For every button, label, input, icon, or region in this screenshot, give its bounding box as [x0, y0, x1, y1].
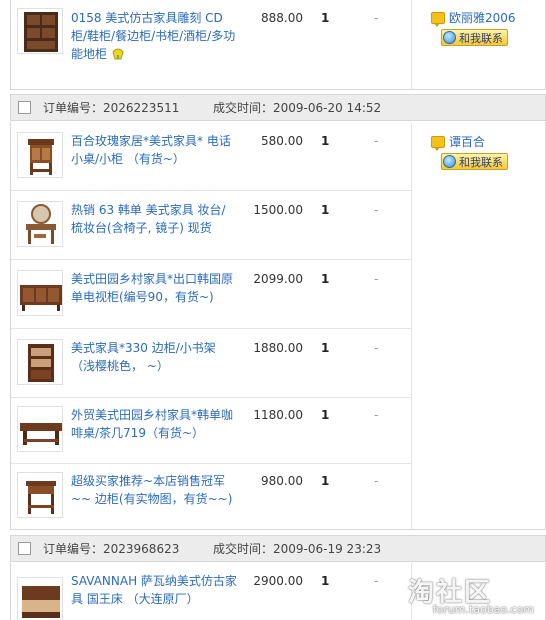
- wangwang-message-icon: [431, 12, 445, 27]
- order-time: 成交时间：2009-06-19 23:23: [213, 542, 382, 556]
- order-item-row: 热销 63 韩单 美式家具 妆台/梳妆台(含椅子, 镜子) 现货 1500.00…: [11, 191, 411, 260]
- order-select-checkbox[interactable]: [18, 101, 31, 114]
- product-thumbnail[interactable]: [17, 339, 63, 385]
- order-item-row: 0158 美式仿古家具雕刻 CD柜/鞋柜/餐边柜/书柜/酒柜/多功能地柜 888…: [11, 0, 411, 89]
- order-item-row: SAVANNAH 萨瓦纳美式仿古家具 国王床 （大连原厂） 2900.00 1 …: [11, 563, 411, 620]
- item-status: -: [374, 574, 379, 588]
- item-price: 1180.00: [253, 408, 303, 422]
- item-quantity: 1: [321, 408, 330, 422]
- order-item-row: 超级买家推荐~本店销售冠军~~ 边柜(有实物图，有货~~) 980.00 1 -: [11, 464, 411, 530]
- item-quantity: 1: [321, 11, 330, 25]
- item-price: 1500.00: [253, 203, 303, 217]
- item-price: 888.00: [261, 11, 303, 25]
- order-header: 订单编号：2023968623 成交时间：2009-06-19 23:23: [10, 535, 546, 562]
- gift-icon: [111, 46, 125, 60]
- wangwang-face-icon: [443, 31, 456, 44]
- order-item-row: 百合玫瑰家居*美式家具* 电话小桌/小柜 （有货~） 580.00 1 -: [11, 122, 411, 191]
- order-header: 订单编号：2026223511 成交时间：2009-06-20 14:52: [10, 94, 546, 121]
- forum-watermark: 淘社区 forum.taobao.com: [408, 572, 538, 616]
- order-item-row: 外贸美式田园乡村家具*韩单咖啡桌/茶几719（有货~） 1180.00 1 -: [11, 398, 411, 464]
- item-status: -: [374, 203, 379, 217]
- product-thumbnail[interactable]: [17, 201, 63, 247]
- seller-cell: 谭百合 和我联系: [431, 134, 546, 171]
- contact-me-button[interactable]: 和我联系: [441, 29, 508, 46]
- order-number: 订单编号：2026223511: [43, 101, 180, 115]
- order-item-row: 美式田园乡村家具*出口韩国原单电视柜(编号90，有货~) 2099.00 1 -: [11, 260, 411, 329]
- item-status: -: [374, 272, 379, 286]
- product-thumbnail[interactable]: [17, 472, 63, 518]
- item-quantity: 1: [321, 203, 330, 217]
- product-title-link[interactable]: 外贸美式田园乡村家具*韩单咖啡桌/茶几719（有货~）: [71, 406, 237, 442]
- order-block-2: 谭百合 和我联系 百合玫瑰家居*美式家具* 电话小桌/小柜 （有货~） 580.…: [10, 122, 546, 530]
- seller-link[interactable]: 欧丽雅2006: [431, 10, 546, 27]
- item-price: 1880.00: [253, 341, 303, 355]
- product-title-link[interactable]: 美式家具*330 边柜/小书架（浅樱桃色， ~）: [71, 339, 237, 375]
- item-price: 2099.00: [253, 272, 303, 286]
- order-select-checkbox[interactable]: [18, 542, 31, 555]
- item-quantity: 1: [321, 134, 330, 148]
- item-status: -: [374, 11, 379, 25]
- order-item-row: 美式家具*330 边柜/小书架（浅樱桃色， ~） 1880.00 1 -: [11, 329, 411, 398]
- item-quantity: 1: [321, 474, 330, 488]
- item-quantity: 1: [321, 574, 330, 588]
- item-status: -: [374, 134, 379, 148]
- product-title-link[interactable]: 百合玫瑰家居*美式家具* 电话小桌/小柜 （有货~）: [71, 132, 237, 168]
- wangwang-face-icon: [443, 155, 456, 168]
- item-status: -: [374, 341, 379, 355]
- product-thumbnail[interactable]: [17, 8, 63, 54]
- contact-me-button[interactable]: 和我联系: [441, 153, 508, 170]
- column-divider: [411, 122, 412, 529]
- product-thumbnail[interactable]: [17, 406, 63, 452]
- item-quantity: 1: [321, 341, 330, 355]
- item-price: 980.00: [261, 474, 303, 488]
- order-block-1: 0158 美式仿古家具雕刻 CD柜/鞋柜/餐边柜/书柜/酒柜/多功能地柜 888…: [10, 0, 546, 90]
- product-title-link[interactable]: SAVANNAH 萨瓦纳美式仿古家具 国王床 （大连原厂）: [71, 572, 237, 608]
- order-number: 订单编号：2023968623: [43, 542, 180, 556]
- product-title-link[interactable]: 热销 63 韩单 美式家具 妆台/梳妆台(含椅子, 镜子) 现货: [71, 201, 237, 237]
- seller-link[interactable]: 谭百合: [431, 134, 546, 151]
- product-thumbnail[interactable]: [17, 577, 63, 620]
- item-status: -: [374, 408, 379, 422]
- order-time: 成交时间：2009-06-20 14:52: [213, 101, 382, 115]
- item-quantity: 1: [321, 272, 330, 286]
- product-thumbnail[interactable]: [17, 132, 63, 178]
- item-price: 580.00: [261, 134, 303, 148]
- product-thumbnail[interactable]: [17, 270, 63, 316]
- item-status: -: [374, 474, 379, 488]
- column-divider: [411, 0, 412, 89]
- product-title-link[interactable]: 0158 美式仿古家具雕刻 CD柜/鞋柜/餐边柜/书柜/酒柜/多功能地柜: [71, 9, 237, 63]
- product-title-link[interactable]: 超级买家推荐~本店销售冠军~~ 边柜(有实物图，有货~~): [71, 472, 237, 508]
- item-price: 2900.00: [253, 574, 303, 588]
- order-list-frame: 0158 美式仿古家具雕刻 CD柜/鞋柜/餐边柜/书柜/酒柜/多功能地柜 888…: [0, 0, 546, 620]
- product-title-link[interactable]: 美式田园乡村家具*出口韩国原单电视柜(编号90，有货~): [71, 270, 237, 306]
- watermark-url: forum.taobao.com: [432, 603, 534, 616]
- seller-cell: 欧丽雅2006 和我联系: [431, 10, 546, 47]
- wangwang-message-icon: [431, 136, 445, 151]
